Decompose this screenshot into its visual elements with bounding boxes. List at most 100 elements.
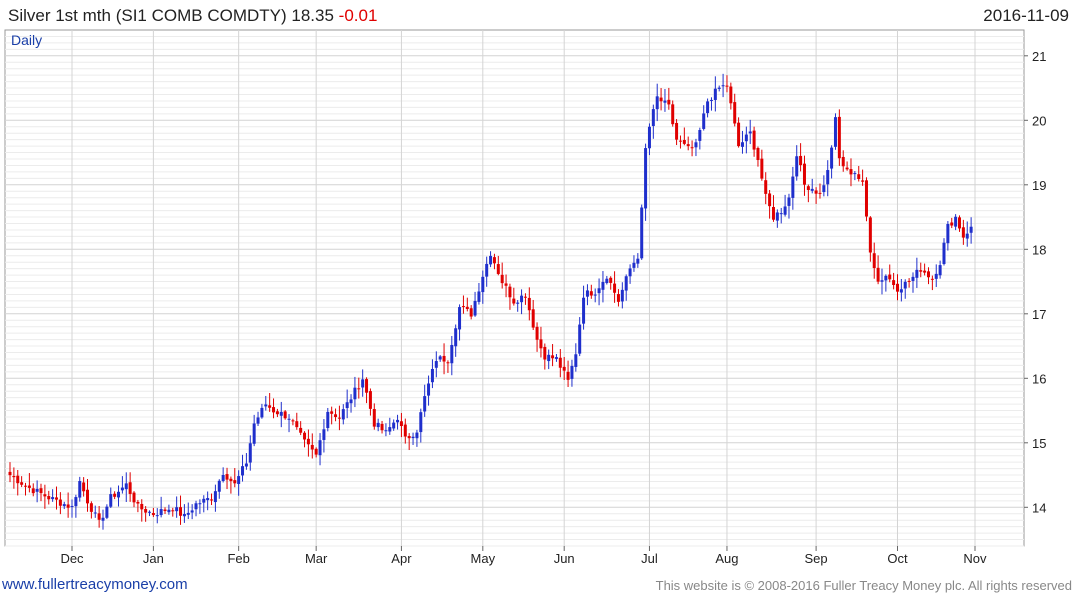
candle-body bbox=[659, 97, 663, 102]
y-tick-label: 14 bbox=[1032, 500, 1046, 515]
candle-body bbox=[698, 130, 702, 141]
candle-body bbox=[419, 412, 423, 433]
candle-body bbox=[566, 371, 570, 380]
candle-body bbox=[965, 233, 969, 239]
candle-body bbox=[136, 501, 140, 504]
copyright-notice: This website is © 2008-2016 Fuller Treac… bbox=[655, 578, 1072, 593]
candle-body bbox=[783, 206, 787, 215]
candle-body bbox=[430, 368, 434, 383]
candle-body bbox=[120, 487, 124, 491]
candle-body bbox=[845, 167, 849, 170]
candle-body bbox=[62, 504, 66, 507]
candle-body bbox=[802, 163, 806, 185]
x-tick-label: Aug bbox=[715, 551, 738, 566]
candle-body bbox=[365, 379, 369, 393]
candle-body bbox=[454, 328, 458, 347]
candle-body bbox=[733, 102, 737, 124]
candle-body bbox=[206, 498, 210, 501]
candle-body bbox=[427, 383, 431, 396]
candle-body bbox=[97, 513, 101, 520]
candle-body bbox=[713, 88, 717, 100]
candle-body bbox=[876, 267, 880, 282]
candle-body bbox=[605, 278, 609, 284]
candle-body bbox=[109, 494, 113, 507]
candle-body bbox=[163, 509, 167, 512]
candle-body bbox=[814, 190, 818, 194]
candle-body bbox=[361, 379, 365, 388]
candle-body bbox=[923, 270, 927, 273]
candle-body bbox=[318, 440, 322, 456]
x-tick-label: Jan bbox=[143, 551, 164, 566]
candle-body bbox=[248, 443, 252, 463]
candle-body bbox=[287, 418, 291, 420]
candle-body bbox=[78, 481, 82, 498]
candle-body bbox=[229, 478, 233, 482]
candle-body bbox=[74, 497, 78, 507]
x-tick-label: Sep bbox=[805, 551, 828, 566]
candle-body bbox=[907, 280, 911, 282]
candle-body bbox=[810, 188, 814, 191]
candle-body bbox=[640, 207, 644, 259]
candle-body bbox=[864, 180, 868, 217]
candle-body bbox=[969, 226, 973, 233]
candle-body bbox=[291, 420, 295, 422]
website-link[interactable]: www.fullertreacymoney.com bbox=[2, 576, 188, 593]
candle-body bbox=[523, 296, 527, 298]
candle-body bbox=[105, 506, 109, 518]
candle-body bbox=[717, 87, 721, 89]
candle-body bbox=[694, 142, 698, 148]
candle-body bbox=[458, 307, 462, 330]
candle-body bbox=[791, 176, 795, 198]
candle-body bbox=[268, 405, 272, 408]
candle-body bbox=[888, 274, 892, 280]
candle-body bbox=[756, 147, 760, 161]
x-tick-label: May bbox=[471, 551, 496, 566]
candle-body bbox=[543, 346, 547, 360]
candle-body bbox=[489, 255, 493, 265]
candle-body bbox=[310, 444, 314, 450]
candle-body bbox=[628, 268, 632, 277]
candle-body bbox=[217, 480, 221, 492]
candle-body bbox=[647, 126, 651, 149]
candle-body bbox=[651, 109, 655, 127]
candle-body bbox=[353, 387, 357, 400]
candle-body bbox=[675, 122, 679, 140]
candle-body bbox=[504, 283, 508, 286]
candle-body bbox=[558, 357, 562, 368]
candle-body bbox=[465, 306, 469, 309]
candle-body bbox=[954, 216, 958, 227]
candle-body bbox=[167, 509, 171, 513]
candle-body bbox=[570, 365, 574, 379]
candle-body bbox=[597, 288, 601, 294]
candle-body bbox=[140, 503, 144, 510]
candle-body bbox=[256, 417, 260, 424]
x-tick-label: Apr bbox=[391, 551, 412, 566]
candle-body bbox=[8, 471, 12, 476]
candle-body bbox=[919, 270, 923, 272]
candle-body bbox=[872, 253, 876, 269]
candle-body bbox=[24, 485, 28, 487]
candle-body bbox=[508, 286, 512, 298]
candle-body bbox=[82, 482, 86, 492]
candle-body bbox=[70, 505, 74, 507]
y-tick-label: 17 bbox=[1032, 307, 1046, 322]
candle-body bbox=[686, 144, 690, 147]
candle-body bbox=[144, 509, 148, 513]
candle-body bbox=[407, 436, 411, 439]
candle-body bbox=[368, 391, 372, 409]
y-tick-label: 16 bbox=[1032, 371, 1046, 386]
chart-date: 2016-11-09 bbox=[983, 6, 1069, 25]
candle-body bbox=[760, 158, 764, 179]
price-change: -0.01 bbox=[338, 6, 378, 25]
candle-body bbox=[616, 294, 620, 302]
x-tick-label: Oct bbox=[887, 551, 908, 566]
candle-body bbox=[190, 510, 194, 513]
candle-body bbox=[799, 155, 803, 166]
candle-body bbox=[833, 117, 837, 147]
candle-body bbox=[500, 274, 504, 284]
candle-body bbox=[194, 503, 198, 510]
x-tick-label: Dec bbox=[60, 551, 84, 566]
candle-body bbox=[516, 302, 520, 304]
candle-body bbox=[198, 503, 202, 505]
candle-body bbox=[16, 475, 20, 484]
